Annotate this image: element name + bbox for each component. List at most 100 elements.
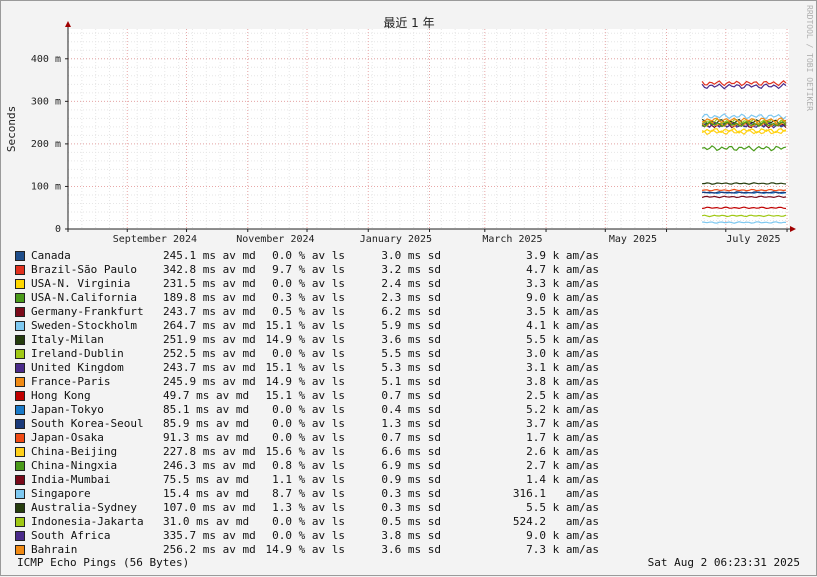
legend-loss: 0.0 % av ls xyxy=(272,417,345,430)
legend-swatch xyxy=(15,447,25,457)
legend-swatch xyxy=(15,349,25,359)
legend-sd: 5.1 ms sd xyxy=(381,375,441,388)
legend-amas: 3.8 k am/as xyxy=(526,375,599,388)
legend-sd: 3.0 ms sd xyxy=(381,249,441,262)
legend-name: Indonesia-Jakarta xyxy=(31,515,144,528)
legend-swatch xyxy=(15,433,25,443)
legend-median: 246.3 ms av md xyxy=(163,459,256,472)
legend-loss: 14.9 % av ls xyxy=(265,375,345,388)
legend-amas: 524.2 am/as xyxy=(512,515,599,528)
legend-sd: 0.9 ms sd xyxy=(381,473,441,486)
legend-median: 49.7 ms av md xyxy=(163,389,250,402)
x-axis-arrow xyxy=(790,226,796,232)
legend-median: 243.7 ms av md xyxy=(163,361,256,374)
legend-loss: 1.1 % av ls xyxy=(272,473,345,486)
legend-sd: 0.4 ms sd xyxy=(381,403,441,416)
legend-loss: 14.9 % av ls xyxy=(265,543,345,556)
legend-swatch xyxy=(15,335,25,345)
legend-name: Italy-Milan xyxy=(31,333,104,346)
legend-loss: 0.0 % av ls xyxy=(272,529,345,542)
legend-loss: 0.0 % av ls xyxy=(272,277,345,290)
legend-amas: 4.1 k am/as xyxy=(526,319,599,332)
legend-amas: 3.1 k am/as xyxy=(526,361,599,374)
legend-amas: 5.5 k am/as xyxy=(526,501,599,514)
legend-sd: 5.9 ms sd xyxy=(381,319,441,332)
legend-loss: 14.9 % av ls xyxy=(265,333,345,346)
legend-amas: 316.1 am/as xyxy=(512,487,599,500)
legend-median: 245.1 ms av md xyxy=(163,249,256,262)
x-tick-label: January 2025 xyxy=(360,234,432,245)
legend-name: United Kingdom xyxy=(31,361,124,374)
legend-swatch xyxy=(15,461,25,471)
legend-median: 252.5 ms av md xyxy=(163,347,256,360)
legend-sd: 0.7 ms sd xyxy=(381,431,441,444)
legend-amas: 1.7 k am/as xyxy=(526,431,599,444)
legend-sd: 0.3 ms sd xyxy=(381,487,441,500)
legend-sd: 6.9 ms sd xyxy=(381,459,441,472)
legend-sd: 6.6 ms sd xyxy=(381,445,441,458)
legend-loss: 0.0 % av ls xyxy=(272,515,345,528)
legend-sd: 6.2 ms sd xyxy=(381,305,441,318)
legend-amas: 9.0 k am/as xyxy=(526,529,599,542)
legend-swatch xyxy=(15,517,25,527)
legend-sd: 0.5 ms sd xyxy=(381,515,441,528)
legend-loss: 15.1 % av ls xyxy=(265,319,345,332)
legend-swatch xyxy=(15,321,25,331)
legend-name: USA-N. Virginia xyxy=(31,277,131,290)
legend-sd: 3.6 ms sd xyxy=(381,333,441,346)
y-tick-label: 200 m xyxy=(31,139,61,150)
rrdtool-watermark: RRDTOOL / TOBI OETIKER xyxy=(805,5,814,111)
legend-name: India-Mumbai xyxy=(31,473,111,486)
legend-sd: 1.3 ms sd xyxy=(381,417,441,430)
legend-sd: 5.3 ms sd xyxy=(381,361,441,374)
legend-sd: 2.3 ms sd xyxy=(381,291,441,304)
legend-loss: 15.1 % av ls xyxy=(265,389,345,402)
legend-swatch xyxy=(15,489,25,499)
legend-median: 31.0 ms av md xyxy=(163,515,250,528)
legend-name: China-Ningxia xyxy=(31,459,118,472)
legend-median: 189.8 ms av md xyxy=(163,291,256,304)
chart-title: 最近 1 年 xyxy=(383,16,434,30)
legend-name: Germany-Frankfurt xyxy=(31,305,144,318)
legend-swatch xyxy=(15,503,25,513)
legend-name: Sweden-Stockholm xyxy=(31,319,137,332)
legend-median: 264.7 ms av md xyxy=(163,319,256,332)
legend-median: 75.5 ms av md xyxy=(163,473,250,486)
legend-name: Hong Kong xyxy=(31,389,91,402)
legend-sd: 5.5 ms sd xyxy=(381,347,441,360)
legend-name: Singapore xyxy=(31,487,91,500)
y-axis-arrow xyxy=(65,21,71,27)
legend-median: 85.9 ms av md xyxy=(163,417,250,430)
legend-median: 15.4 ms av md xyxy=(163,487,250,500)
legend-median: 335.7 ms av md xyxy=(163,529,256,542)
legend-sd: 2.4 ms sd xyxy=(381,277,441,290)
legend-swatch xyxy=(15,475,25,485)
legend-sd: 0.7 ms sd xyxy=(381,389,441,402)
legend-amas: 3.9 k am/as xyxy=(526,249,599,262)
legend-amas: 1.4 k am/as xyxy=(526,473,599,486)
legend-name: Bahrain xyxy=(31,543,78,556)
legend-median: 245.9 ms av md xyxy=(163,375,256,388)
legend-swatch xyxy=(15,405,25,415)
legend-swatch xyxy=(15,251,25,261)
y-axis-label: Seconds xyxy=(5,106,18,152)
legend-amas: 9.0 k am/as xyxy=(526,291,599,304)
x-tick-label: November 2024 xyxy=(236,234,314,245)
legend-median: 243.7 ms av md xyxy=(163,305,256,318)
y-tick-label: 300 m xyxy=(31,96,61,107)
y-tick-label: 400 m xyxy=(31,54,61,65)
legend-median: 231.5 ms av md xyxy=(163,277,256,290)
x-tick-label: September 2024 xyxy=(113,234,197,245)
legend-amas: 4.7 k am/as xyxy=(526,263,599,276)
y-tick-label: 100 m xyxy=(31,181,61,192)
legend-amas: 3.0 k am/as xyxy=(526,347,599,360)
legend-swatch xyxy=(15,377,25,387)
legend-amas: 3.3 k am/as xyxy=(526,277,599,290)
legend-name: Brazil-São Paulo xyxy=(31,263,137,276)
legend-amas: 2.6 k am/as xyxy=(526,445,599,458)
legend-amas: 2.5 k am/as xyxy=(526,389,599,402)
legend-loss: 0.0 % av ls xyxy=(272,249,345,262)
legend-swatch xyxy=(15,419,25,429)
legend-loss: 8.7 % av ls xyxy=(272,487,345,500)
legend-median: 342.8 ms av md xyxy=(163,263,256,276)
